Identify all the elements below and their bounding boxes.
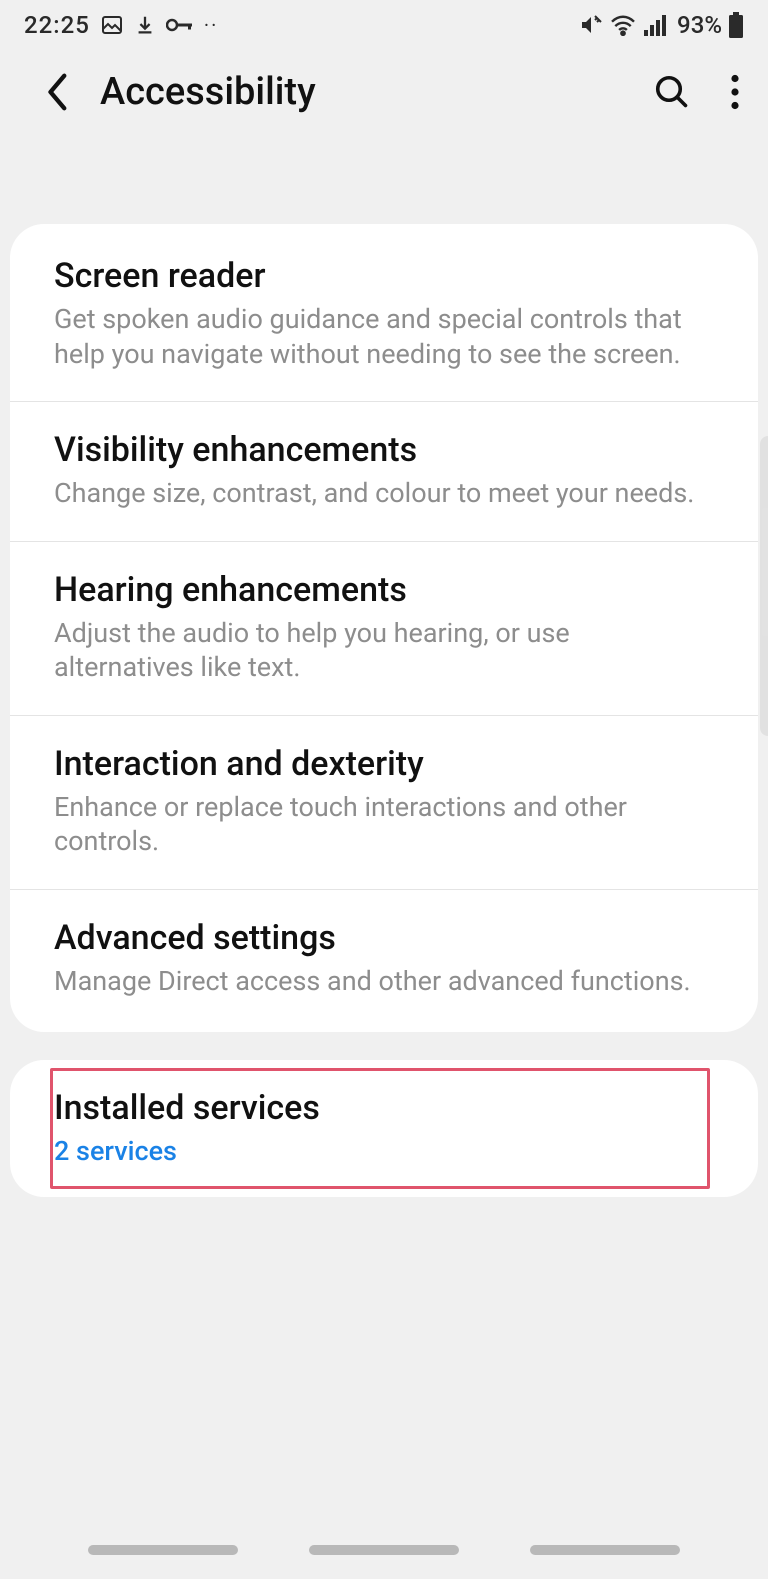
more-notifications-icon: ·· <box>204 13 218 37</box>
setting-title: Interaction and dexterity <box>54 744 714 784</box>
setting-subtitle: 2 services <box>54 1134 714 1169</box>
download-icon <box>134 14 156 36</box>
setting-title: Advanced settings <box>54 918 714 958</box>
setting-title: Screen reader <box>54 256 714 296</box>
scroll-indicator <box>760 436 768 736</box>
nav-recents[interactable] <box>88 1545 238 1555</box>
status-bar-left: 22:25 ·· <box>24 11 218 39</box>
setting-title: Hearing enhancements <box>54 570 714 610</box>
setting-hearing-enhancements[interactable]: Hearing enhancements Adjust the audio to… <box>10 542 758 716</box>
setting-visibility-enhancements[interactable]: Visibility enhancements Change size, con… <box>10 402 758 542</box>
setting-title: Visibility enhancements <box>54 430 714 470</box>
setting-description: Get spoken audio guidance and special co… <box>54 302 714 371</box>
setting-advanced-settings[interactable]: Advanced settings Manage Direct access a… <box>10 890 758 1029</box>
vpn-key-icon <box>166 17 194 33</box>
settings-card: Screen reader Get spoken audio guidance … <box>10 224 758 1032</box>
status-bar: 22:25 ·· 93% <box>0 0 768 50</box>
search-button[interactable] <box>654 74 690 110</box>
status-bar-right: 93% <box>579 11 744 39</box>
setting-description: Manage Direct access and other advanced … <box>54 964 714 999</box>
nav-back[interactable] <box>530 1545 680 1555</box>
vibrate-mute-icon <box>579 13 603 37</box>
page-title: Accessibility <box>100 70 316 114</box>
status-time: 22:25 <box>24 11 90 39</box>
battery-percent: 93% <box>677 11 722 39</box>
setting-title: Installed services <box>54 1088 714 1128</box>
setting-description: Change size, contrast, and colour to mee… <box>54 476 714 511</box>
battery-icon <box>728 12 744 38</box>
wifi-icon <box>609 14 637 36</box>
signal-icon <box>643 14 667 36</box>
setting-description: Adjust the audio to help you hearing, or… <box>54 616 714 685</box>
setting-screen-reader[interactable]: Screen reader Get spoken audio guidance … <box>10 228 758 402</box>
setting-interaction-dexterity[interactable]: Interaction and dexterity Enhance or rep… <box>10 716 758 890</box>
image-icon <box>100 13 124 37</box>
app-header: Accessibility <box>0 50 768 134</box>
nav-home[interactable] <box>309 1545 459 1555</box>
navigation-bar <box>0 1545 768 1565</box>
setting-installed-services[interactable]: Installed services 2 services <box>10 1064 758 1193</box>
more-options-button[interactable] <box>730 74 740 110</box>
back-button[interactable] <box>44 72 72 112</box>
setting-description: Enhance or replace touch interactions an… <box>54 790 714 859</box>
installed-services-card: Installed services 2 services <box>10 1060 758 1197</box>
